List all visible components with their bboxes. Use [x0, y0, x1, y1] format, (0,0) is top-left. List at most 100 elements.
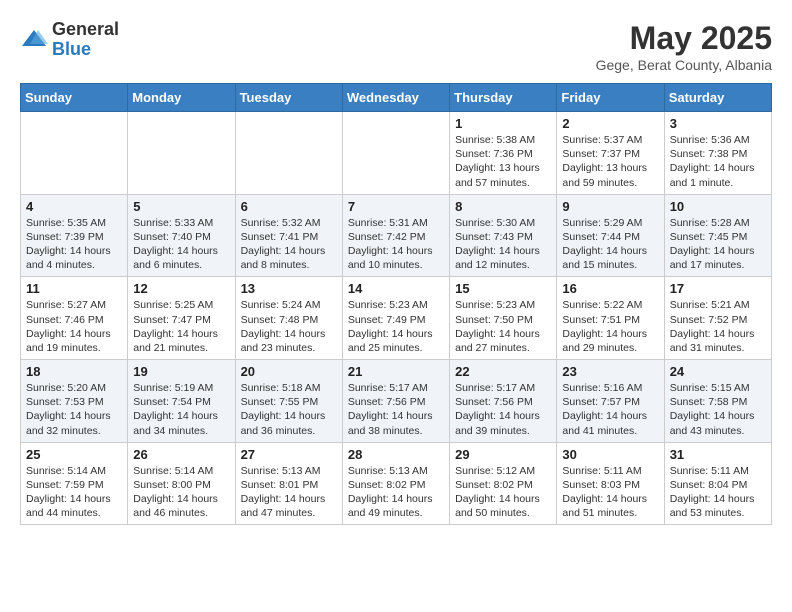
calendar-cell: 2 Sunrise: 5:37 AMSunset: 7:37 PMDaylight… [557, 112, 664, 195]
day-info: Sunrise: 5:22 AMSunset: 7:51 PMDaylight:… [562, 298, 658, 355]
day-of-week-header: Wednesday [342, 84, 449, 112]
location: Gege, Berat County, Albania [596, 57, 772, 73]
day-info: Sunrise: 5:12 AMSunset: 8:02 PMDaylight:… [455, 464, 551, 521]
day-info: Sunrise: 5:25 AMSunset: 7:47 PMDaylight:… [133, 298, 229, 355]
day-info: Sunrise: 5:17 AMSunset: 7:56 PMDaylight:… [348, 381, 444, 438]
calendar-cell: 12 Sunrise: 5:25 AMSunset: 7:47 PMDayligh… [128, 277, 235, 360]
calendar-cell: 30 Sunrise: 5:11 AMSunset: 8:03 PMDayligh… [557, 442, 664, 525]
day-number: 21 [348, 364, 444, 379]
day-info: Sunrise: 5:13 AMSunset: 8:02 PMDaylight:… [348, 464, 444, 521]
day-of-week-header: Saturday [664, 84, 771, 112]
day-number: 6 [241, 199, 337, 214]
calendar-cell: 5 Sunrise: 5:33 AMSunset: 7:40 PMDaylight… [128, 194, 235, 277]
day-info: Sunrise: 5:38 AMSunset: 7:36 PMDaylight:… [455, 133, 551, 190]
day-number: 14 [348, 281, 444, 296]
calendar-week-row: 18 Sunrise: 5:20 AMSunset: 7:53 PMDayligh… [21, 360, 772, 443]
day-number: 7 [348, 199, 444, 214]
day-info: Sunrise: 5:17 AMSunset: 7:56 PMDaylight:… [455, 381, 551, 438]
month-year: May 2025 [596, 20, 772, 57]
calendar-cell: 29 Sunrise: 5:12 AMSunset: 8:02 PMDayligh… [450, 442, 557, 525]
day-info: Sunrise: 5:37 AMSunset: 7:37 PMDaylight:… [562, 133, 658, 190]
day-info: Sunrise: 5:16 AMSunset: 7:57 PMDaylight:… [562, 381, 658, 438]
calendar-header: SundayMondayTuesdayWednesdayThursdayFrid… [21, 84, 772, 112]
calendar-body: 1 Sunrise: 5:38 AMSunset: 7:36 PMDaylight… [21, 112, 772, 525]
day-info: Sunrise: 5:23 AMSunset: 7:50 PMDaylight:… [455, 298, 551, 355]
day-number: 29 [455, 447, 551, 462]
calendar-week-row: 25Sunrise: 5:14 AMSunset: 7:59 PMDayligh… [21, 442, 772, 525]
day-info: Sunrise: 5:14 AMSunset: 7:59 PMDaylight:… [26, 464, 122, 521]
days-of-week-row: SundayMondayTuesdayWednesdayThursdayFrid… [21, 84, 772, 112]
day-info: Sunrise: 5:28 AMSunset: 7:45 PMDaylight:… [670, 216, 766, 273]
day-info: Sunrise: 5:15 AMSunset: 7:58 PMDaylight:… [670, 381, 766, 438]
day-number: 13 [241, 281, 337, 296]
day-number: 22 [455, 364, 551, 379]
day-info: Sunrise: 5:24 AMSunset: 7:48 PMDaylight:… [241, 298, 337, 355]
day-of-week-header: Tuesday [235, 84, 342, 112]
calendar-cell: 18 Sunrise: 5:20 AMSunset: 7:53 PMDayligh… [21, 360, 128, 443]
day-number: 24 [670, 364, 766, 379]
day-number: 2 [562, 116, 658, 131]
day-info: Sunrise: 5:18 AMSunset: 7:55 PMDaylight:… [241, 381, 337, 438]
day-number: 19 [133, 364, 229, 379]
calendar-cell: 1 Sunrise: 5:38 AMSunset: 7:36 PMDaylight… [450, 112, 557, 195]
calendar-cell: 8Sunrise: 5:30 AMSunset: 7:43 PMDaylight… [450, 194, 557, 277]
day-number: 3 [670, 116, 766, 131]
calendar-week-row: 11 Sunrise: 5:27 AMSunset: 7:46 PMDayligh… [21, 277, 772, 360]
day-info: Sunrise: 5:36 AMSunset: 7:38 PMDaylight:… [670, 133, 766, 190]
calendar-cell: 13 Sunrise: 5:24 AMSunset: 7:48 PMDayligh… [235, 277, 342, 360]
page-header: General Blue May 2025 Gege, Berat County… [20, 20, 772, 73]
day-number: 15 [455, 281, 551, 296]
day-number: 30 [562, 447, 658, 462]
day-of-week-header: Friday [557, 84, 664, 112]
calendar-cell: 17 Sunrise: 5:21 AMSunset: 7:52 PMDayligh… [664, 277, 771, 360]
day-info: Sunrise: 5:35 AMSunset: 7:39 PMDaylight:… [26, 216, 122, 273]
day-info: Sunrise: 5:29 AMSunset: 7:44 PMDaylight:… [562, 216, 658, 273]
calendar-cell: 23 Sunrise: 5:16 AMSunset: 7:57 PMDayligh… [557, 360, 664, 443]
day-number: 4 [26, 199, 122, 214]
calendar-cell: 11 Sunrise: 5:27 AMSunset: 7:46 PMDayligh… [21, 277, 128, 360]
day-number: 16 [562, 281, 658, 296]
day-info: Sunrise: 5:21 AMSunset: 7:52 PMDaylight:… [670, 298, 766, 355]
calendar-cell: 9 Sunrise: 5:29 AMSunset: 7:44 PMDaylight… [557, 194, 664, 277]
calendar-cell: 14 Sunrise: 5:23 AMSunset: 7:49 PMDayligh… [342, 277, 449, 360]
day-info: Sunrise: 5:33 AMSunset: 7:40 PMDaylight:… [133, 216, 229, 273]
day-info: Sunrise: 5:30 AMSunset: 7:43 PMDaylight:… [455, 216, 551, 273]
day-number: 11 [26, 281, 122, 296]
day-number: 10 [670, 199, 766, 214]
day-number: 26 [133, 447, 229, 462]
day-number: 5 [133, 199, 229, 214]
logo-icon [20, 26, 48, 54]
day-number: 1 [455, 116, 551, 131]
day-of-week-header: Monday [128, 84, 235, 112]
day-number: 28 [348, 447, 444, 462]
calendar: SundayMondayTuesdayWednesdayThursdayFrid… [20, 83, 772, 525]
logo-general: General [52, 20, 119, 40]
calendar-cell: 28 Sunrise: 5:13 AMSunset: 8:02 PMDayligh… [342, 442, 449, 525]
calendar-cell: 20Sunrise: 5:18 AMSunset: 7:55 PMDayligh… [235, 360, 342, 443]
day-number: 31 [670, 447, 766, 462]
calendar-cell: 31 Sunrise: 5:11 AMSunset: 8:04 PMDayligh… [664, 442, 771, 525]
calendar-cell: 15 Sunrise: 5:23 AMSunset: 7:50 PMDayligh… [450, 277, 557, 360]
calendar-cell: 26Sunrise: 5:14 AMSunset: 8:00 PMDayligh… [128, 442, 235, 525]
day-info: Sunrise: 5:27 AMSunset: 7:46 PMDaylight:… [26, 298, 122, 355]
day-info: Sunrise: 5:13 AMSunset: 8:01 PMDaylight:… [241, 464, 337, 521]
logo-blue: Blue [52, 40, 119, 60]
calendar-cell: 21 Sunrise: 5:17 AMSunset: 7:56 PMDayligh… [342, 360, 449, 443]
calendar-cell: 10 Sunrise: 5:28 AMSunset: 7:45 PMDayligh… [664, 194, 771, 277]
day-of-week-header: Thursday [450, 84, 557, 112]
logo: General Blue [20, 20, 119, 60]
day-number: 9 [562, 199, 658, 214]
calendar-week-row: 1 Sunrise: 5:38 AMSunset: 7:36 PMDaylight… [21, 112, 772, 195]
day-info: Sunrise: 5:11 AMSunset: 8:03 PMDaylight:… [562, 464, 658, 521]
calendar-cell: 27 Sunrise: 5:13 AMSunset: 8:01 PMDayligh… [235, 442, 342, 525]
day-info: Sunrise: 5:11 AMSunset: 8:04 PMDaylight:… [670, 464, 766, 521]
day-number: 17 [670, 281, 766, 296]
day-number: 18 [26, 364, 122, 379]
day-info: Sunrise: 5:20 AMSunset: 7:53 PMDaylight:… [26, 381, 122, 438]
day-info: Sunrise: 5:23 AMSunset: 7:49 PMDaylight:… [348, 298, 444, 355]
day-number: 27 [241, 447, 337, 462]
day-number: 23 [562, 364, 658, 379]
calendar-cell: 4 Sunrise: 5:35 AMSunset: 7:39 PMDaylight… [21, 194, 128, 277]
calendar-cell [235, 112, 342, 195]
day-number: 12 [133, 281, 229, 296]
